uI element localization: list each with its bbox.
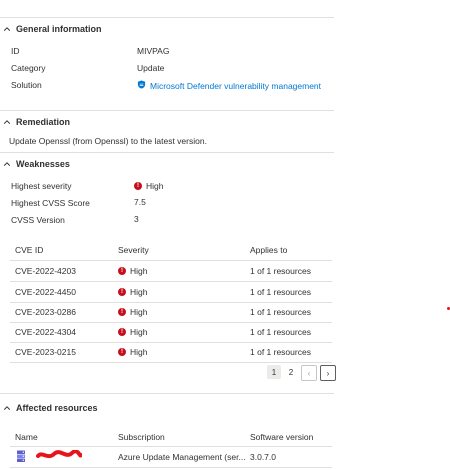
- severity-text: High: [130, 327, 148, 337]
- solution-link-text[interactable]: Microsoft Defender vulnerability managem…: [150, 81, 321, 91]
- table-row[interactable]: CVE-2022-4450 ! High 1 of 1 resources: [10, 282, 332, 303]
- chevron-up-icon[interactable]: [0, 401, 14, 415]
- severity-cell: ! High: [118, 307, 147, 317]
- section-title: Affected resources: [16, 403, 98, 413]
- cve-id: CVE-2023-0286: [15, 307, 76, 317]
- affected-resources-header[interactable]: Affected resources: [0, 401, 98, 415]
- applies-to: 1 of 1 resources: [250, 307, 311, 317]
- table-row[interactable]: CVE-2023-0286 ! High 1 of 1 resources: [10, 302, 332, 323]
- remediation-text: Update Openssl (from Openssl) to the lat…: [9, 136, 207, 146]
- divider: [0, 393, 334, 394]
- severity-cell: ! High: [118, 347, 147, 357]
- solution-label: Solution: [11, 80, 42, 90]
- pagination: 1 2 ‹ ›: [267, 365, 336, 381]
- remediation-header[interactable]: Remediation: [0, 115, 70, 129]
- column-header-applies-to[interactable]: Applies to: [250, 245, 287, 255]
- subscription: Azure Update Management (ser...: [118, 452, 246, 462]
- table-row[interactable]: CVE-2022-4304 ! High 1 of 1 resources: [10, 322, 332, 343]
- general-info-header[interactable]: General information: [0, 22, 102, 36]
- error-circle-icon: !: [118, 328, 126, 336]
- highest-severity-value: ! High: [134, 181, 163, 191]
- error-circle-icon: !: [134, 182, 142, 190]
- cve-id: CVE-2022-4304: [15, 327, 76, 337]
- column-header-cve-id[interactable]: CVE ID: [15, 245, 43, 255]
- chevron-up-icon[interactable]: [0, 157, 14, 171]
- category-label: Category: [11, 63, 46, 73]
- severity-text: High: [130, 266, 148, 276]
- redacted-resource-name: [36, 449, 83, 464]
- severity-text: High: [130, 307, 148, 317]
- cvss-version-label: CVSS Version: [11, 215, 65, 225]
- divider: [0, 17, 334, 18]
- error-circle-icon: !: [118, 348, 126, 356]
- severity-cell: ! High: [118, 266, 147, 276]
- applies-to: 1 of 1 resources: [250, 327, 311, 337]
- column-header-subscription[interactable]: Subscription: [118, 432, 165, 442]
- applies-to: 1 of 1 resources: [250, 347, 311, 357]
- cve-id: CVE-2022-4450: [15, 287, 76, 297]
- severity-text: High: [130, 347, 148, 357]
- column-header-software-version[interactable]: Software version: [250, 432, 313, 442]
- section-title: Weaknesses: [16, 159, 70, 169]
- category-value: Update: [137, 63, 165, 73]
- error-circle-icon: !: [118, 308, 126, 316]
- id-value: MIVPAG: [137, 46, 170, 56]
- column-header-severity[interactable]: Severity: [118, 245, 149, 255]
- page-2-button[interactable]: 2: [284, 365, 298, 379]
- severity-cell: ! High: [118, 287, 147, 297]
- error-circle-icon: !: [118, 267, 126, 275]
- next-page-button[interactable]: ›: [320, 365, 336, 381]
- previous-page-button[interactable]: ‹: [301, 365, 317, 381]
- id-label: ID: [11, 46, 20, 56]
- error-circle-icon: !: [118, 288, 126, 296]
- applies-to: 1 of 1 resources: [250, 287, 311, 297]
- highest-cvss-label: Highest CVSS Score: [11, 198, 90, 208]
- highest-cvss-value: 7.5: [134, 197, 146, 207]
- cve-id: CVE-2022-4203: [15, 266, 76, 276]
- server-icon: [16, 450, 26, 466]
- table-row[interactable]: Azure Update Management (ser... 3.0.7.0: [10, 447, 332, 468]
- section-title: General information: [16, 24, 102, 34]
- divider: [0, 152, 334, 153]
- table-row[interactable]: CVE-2023-0215 ! High 1 of 1 resources: [10, 342, 332, 363]
- software-version: 3.0.7.0: [250, 452, 276, 462]
- divider: [0, 110, 334, 111]
- severity-text: High: [146, 181, 164, 191]
- severity-text: High: [130, 287, 148, 297]
- chevron-up-icon[interactable]: [0, 115, 14, 129]
- severity-cell: ! High: [118, 327, 147, 337]
- applies-to: 1 of 1 resources: [250, 266, 311, 276]
- highest-severity-label: Highest severity: [11, 181, 72, 191]
- section-title: Remediation: [16, 117, 71, 127]
- column-header-name[interactable]: Name: [15, 432, 38, 442]
- page-1-button[interactable]: 1: [267, 365, 281, 379]
- weaknesses-header[interactable]: Weaknesses: [0, 157, 70, 171]
- chevron-up-icon[interactable]: [0, 22, 14, 36]
- table-row[interactable]: CVE-2022-4203 ! High 1 of 1 resources: [10, 261, 332, 282]
- cvss-version-value: 3: [134, 214, 139, 224]
- cve-id: CVE-2023-0215: [15, 347, 76, 357]
- defender-shield-icon: [137, 80, 146, 91]
- solution-link[interactable]: Microsoft Defender vulnerability managem…: [137, 80, 321, 91]
